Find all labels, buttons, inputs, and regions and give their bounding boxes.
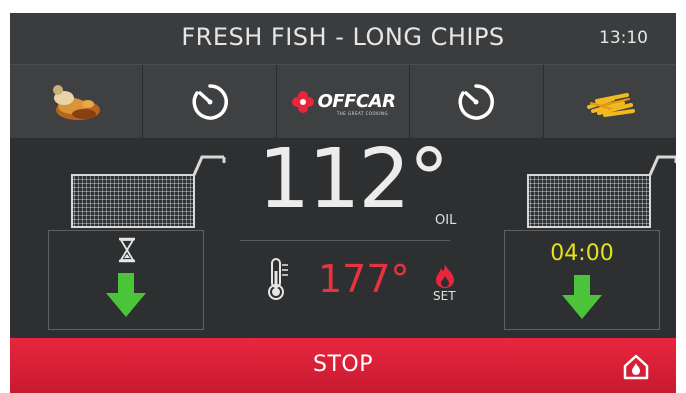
basket-timer: 04:00 xyxy=(550,241,614,266)
program-title: FRESH FISH - LONG CHIPS xyxy=(181,23,505,51)
offcar-flower-icon xyxy=(291,90,314,113)
lower-basket-arrow-icon[interactable] xyxy=(562,275,602,321)
toolbar: OFFCAR THE GREAT COOKING xyxy=(10,65,676,139)
flame-icon xyxy=(436,264,454,288)
chips-program-button[interactable] xyxy=(543,65,676,139)
set-temperature[interactable]: 177° xyxy=(318,257,410,301)
right-basket-panel[interactable]: 04:00 xyxy=(504,230,660,330)
lower-basket-arrow-icon[interactable] xyxy=(106,273,146,319)
fish-program-icon xyxy=(53,84,101,120)
timer-icon xyxy=(458,83,495,120)
hourglass-icon xyxy=(119,237,135,263)
chips-program-icon xyxy=(586,92,635,117)
left-timer-button[interactable] xyxy=(143,65,277,139)
right-basket-icon xyxy=(527,155,676,228)
timer-icon xyxy=(192,83,228,120)
oil-label: OIL xyxy=(435,213,457,228)
fish-program-button[interactable] xyxy=(10,65,144,139)
left-basket-panel[interactable] xyxy=(48,230,204,330)
brand-tagline: THE GREAT COOKING xyxy=(336,111,389,116)
stop-button[interactable]: STOP xyxy=(10,338,676,393)
stop-label: STOP xyxy=(313,352,373,377)
home-flame-icon[interactable] xyxy=(622,353,650,381)
offcar-logo: OFFCAR THE GREAT COOKING xyxy=(276,65,411,139)
left-basket-icon xyxy=(71,155,226,228)
fryer-control-screen: FRESH FISH - LONG CHIPS 13:10 OFFCAR THE… xyxy=(10,13,676,393)
thermometer-icon xyxy=(268,258,288,300)
set-label: SET xyxy=(433,289,456,303)
divider xyxy=(240,240,450,241)
clock: 13:10 xyxy=(599,28,648,48)
brand-name: OFFCAR xyxy=(317,90,396,112)
header-bar: FRESH FISH - LONG CHIPS 13:10 xyxy=(10,13,676,65)
right-timer-button[interactable] xyxy=(410,65,544,139)
main-panel: 04:00 112° OIL 177° SET xyxy=(10,139,676,338)
oil-temperature: 112° xyxy=(258,132,450,227)
